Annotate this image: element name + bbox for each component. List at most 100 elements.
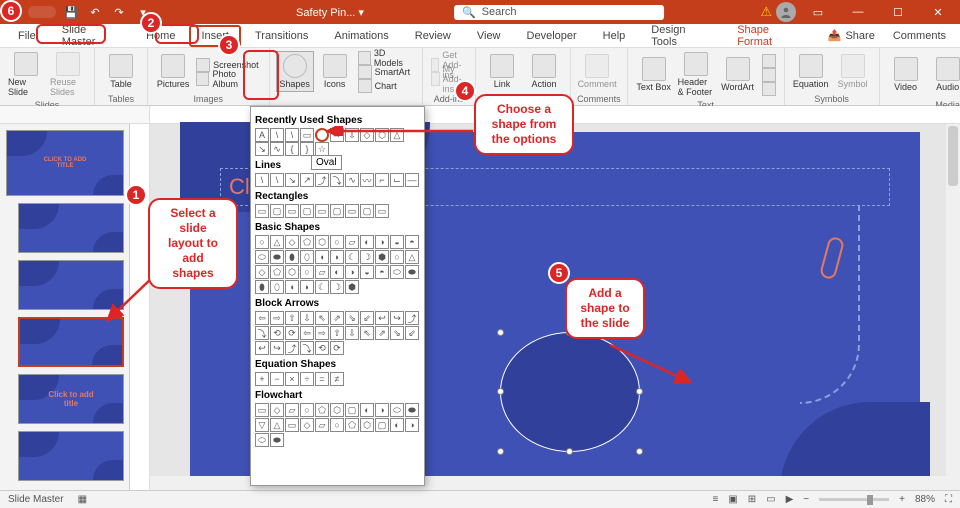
shape-item[interactable]: ◖: [285, 280, 299, 294]
shape-item[interactable]: {: [285, 142, 299, 156]
shape-item[interactable]: ○: [330, 418, 344, 432]
save-icon[interactable]: 💾: [62, 3, 80, 21]
shape-item[interactable]: ⬬: [270, 433, 284, 447]
view-normal-icon[interactable]: ▣: [728, 494, 737, 505]
video-button[interactable]: Video: [886, 55, 926, 94]
shape-item[interactable]: ⇩: [300, 311, 314, 325]
zoom-in-button[interactable]: +: [899, 494, 905, 505]
shape-item[interactable]: \: [255, 173, 269, 187]
shape-item[interactable]: ⇦: [300, 326, 314, 340]
shape-item[interactable]: ⇗: [330, 311, 344, 325]
shape-item[interactable]: ○: [255, 235, 269, 249]
shape-item[interactable]: ⬮: [285, 250, 299, 264]
fit-to-window-icon[interactable]: ⛶: [945, 494, 952, 505]
shape-item[interactable]: ⇘: [345, 311, 359, 325]
shape-item[interactable]: ▢: [300, 204, 314, 218]
shape-item[interactable]: ÷: [300, 372, 314, 386]
layout-icon[interactable]: ▦: [78, 494, 87, 505]
shape-item[interactable]: ▭: [285, 418, 299, 432]
shape-item[interactable]: ⌐: [375, 173, 389, 187]
shape-item[interactable]: ⬭: [255, 250, 269, 264]
warning-icon[interactable]: ⚠: [760, 4, 772, 20]
shape-item[interactable]: ◗: [330, 250, 344, 264]
tab-transitions[interactable]: Transitions: [243, 25, 320, 47]
shape-item[interactable]: +: [255, 372, 269, 386]
shape-item[interactable]: ↩: [375, 311, 389, 325]
shape-item[interactable]: ◑: [345, 265, 359, 279]
shape-item[interactable]: ⇙: [405, 326, 419, 340]
shape-item[interactable]: ⬠: [270, 265, 284, 279]
shape-textbox[interactable]: A: [255, 128, 269, 142]
comment-button[interactable]: Comment: [577, 52, 617, 91]
shape-item[interactable]: ▭: [375, 204, 389, 218]
shapes-button[interactable]: Shapes: [276, 51, 314, 92]
shape-item[interactable]: ⬡: [285, 265, 299, 279]
shape-item[interactable]: ↪: [270, 341, 284, 355]
shape-item[interactable]: \: [270, 173, 284, 187]
equation-button[interactable]: Equation: [791, 52, 831, 91]
resize-handle[interactable]: [497, 448, 504, 455]
shape-item[interactable]: ○: [300, 403, 314, 417]
audio-button[interactable]: Audio: [928, 55, 960, 94]
shape-item[interactable]: ⇨: [270, 311, 284, 325]
shape-item[interactable]: =: [315, 372, 329, 386]
shape-item[interactable]: ◐: [360, 235, 374, 249]
shape-item[interactable]: ⬠: [345, 418, 359, 432]
shape-item[interactable]: ×: [285, 372, 299, 386]
shape-item[interactable]: ▢: [375, 418, 389, 432]
shape-item[interactable]: ▱: [315, 418, 329, 432]
shape-item[interactable]: 〰: [360, 173, 374, 187]
chart-button[interactable]: Chart: [356, 79, 416, 93]
shape-item[interactable]: ◓: [375, 265, 389, 279]
shape-item[interactable]: ⬭: [255, 433, 269, 447]
shape-item[interactable]: ⬠: [315, 403, 329, 417]
shape-item[interactable]: ◐: [390, 418, 404, 432]
shape-item[interactable]: ⬡: [315, 235, 329, 249]
shape-item[interactable]: ↘: [285, 173, 299, 187]
shapes-dropdown-panel[interactable]: Recently Used Shapes A \ \ ▭ ⇨ ⇩ ◇ ⬡ △ ↘…: [250, 106, 425, 486]
shape-item[interactable]: ○: [300, 265, 314, 279]
shape-item[interactable]: ▭: [285, 204, 299, 218]
shape-item[interactable]: ≠: [330, 372, 344, 386]
shape-item[interactable]: ⟲: [315, 341, 329, 355]
icons-button[interactable]: Icons: [316, 52, 354, 91]
shape-item[interactable]: ▢: [360, 204, 374, 218]
shape-item[interactable]: ⌙: [390, 173, 404, 187]
shape-item[interactable]: ☽: [360, 250, 374, 264]
shape-item[interactable]: ↩: [255, 341, 269, 355]
shape-line[interactable]: \: [285, 128, 299, 142]
symbol-button[interactable]: Symbol: [833, 52, 873, 91]
shape-item[interactable]: ⇖: [315, 311, 329, 325]
shape-item[interactable]: ⟲: [270, 326, 284, 340]
view-reading-icon[interactable]: ▭: [766, 494, 775, 505]
zoom-slider[interactable]: [819, 498, 889, 501]
shape-item[interactable]: ○: [330, 235, 344, 249]
shape-item[interactable]: ☽: [330, 280, 344, 294]
table-button[interactable]: Table: [101, 52, 141, 91]
shape-item[interactable]: ⬬: [270, 250, 284, 264]
shape-item[interactable]: ▭: [315, 204, 329, 218]
shape-item[interactable]: ○: [390, 250, 404, 264]
comments-button[interactable]: Comments: [885, 28, 954, 44]
tab-animations[interactable]: Animations: [322, 25, 400, 47]
zoom-out-button[interactable]: −: [803, 494, 809, 505]
tab-review[interactable]: Review: [403, 25, 463, 47]
thumb-1[interactable]: CLICK TO ADD TITLE: [6, 130, 124, 196]
shape-item[interactable]: ▭: [255, 403, 269, 417]
shape-item[interactable]: ∿: [270, 142, 284, 156]
shape-item[interactable]: ⤵: [330, 173, 344, 187]
shape-item[interactable]: ☆: [315, 142, 329, 156]
shape-item[interactable]: ⤴: [405, 311, 419, 325]
shape-item[interactable]: ▭: [255, 204, 269, 218]
shape-item[interactable]: △: [405, 250, 419, 264]
view-slideshow-icon[interactable]: ▶: [786, 494, 794, 505]
shape-item[interactable]: ⇨: [315, 326, 329, 340]
shape-item[interactable]: △: [270, 235, 284, 249]
ribbon-options-icon[interactable]: ▭: [800, 0, 836, 24]
maximize-icon[interactable]: ☐: [880, 0, 916, 24]
shape-item[interactable]: ↗: [300, 173, 314, 187]
shape-item[interactable]: ▱: [315, 265, 329, 279]
date-time-button[interactable]: [760, 54, 778, 68]
shape-item[interactable]: ▱: [285, 403, 299, 417]
shape-item[interactable]: ∿: [345, 173, 359, 187]
